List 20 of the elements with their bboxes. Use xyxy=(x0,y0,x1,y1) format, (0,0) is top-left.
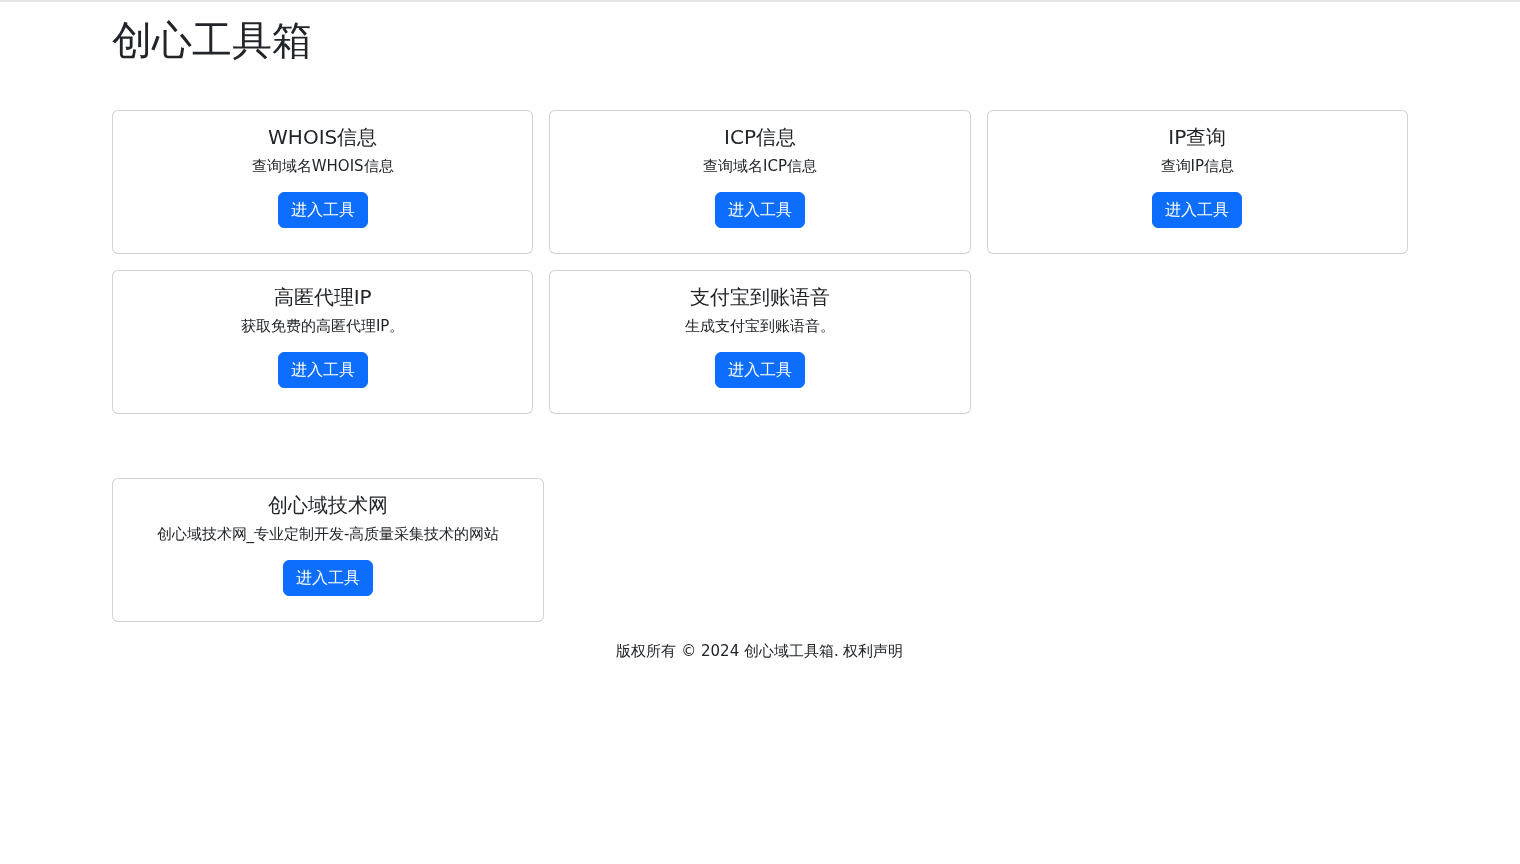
card-description: 创心域技术网_专业定制开发-高质量采集技术的网站 xyxy=(155,524,501,545)
enter-tool-button[interactable]: 进入工具 xyxy=(1152,191,1243,228)
card-title: IP查询 xyxy=(1167,125,1228,149)
footer-text: 版权所有 © 2024 创心域工具箱. 权利声明 xyxy=(615,641,905,662)
card-title: 高匿代理IP xyxy=(272,285,373,309)
page-title: 创心工具箱 xyxy=(112,16,313,64)
enter-tool-button[interactable]: 进入工具 xyxy=(277,191,368,228)
enter-tool-button[interactable]: 进入工具 xyxy=(283,559,373,596)
card-description: 查询域名ICP信息 xyxy=(702,156,818,177)
card-title: WHOIS信息 xyxy=(267,125,379,149)
enter-tool-button[interactable]: 进入工具 xyxy=(715,191,805,228)
card-description: 生成支付宝到账语音。 xyxy=(684,316,836,337)
card-description: 查询IP信息 xyxy=(1159,156,1236,177)
card-title: ICP信息 xyxy=(723,125,797,149)
enter-tool-button[interactable]: 进入工具 xyxy=(715,351,805,388)
card-title: 创心域技术网 xyxy=(267,493,389,517)
card-description: 查询域名WHOIS信息 xyxy=(250,156,395,177)
card-title: 支付宝到账语音 xyxy=(689,285,831,309)
card-description: 获取免费的高匿代理IP。 xyxy=(239,316,406,337)
enter-tool-button[interactable]: 进入工具 xyxy=(277,351,368,388)
